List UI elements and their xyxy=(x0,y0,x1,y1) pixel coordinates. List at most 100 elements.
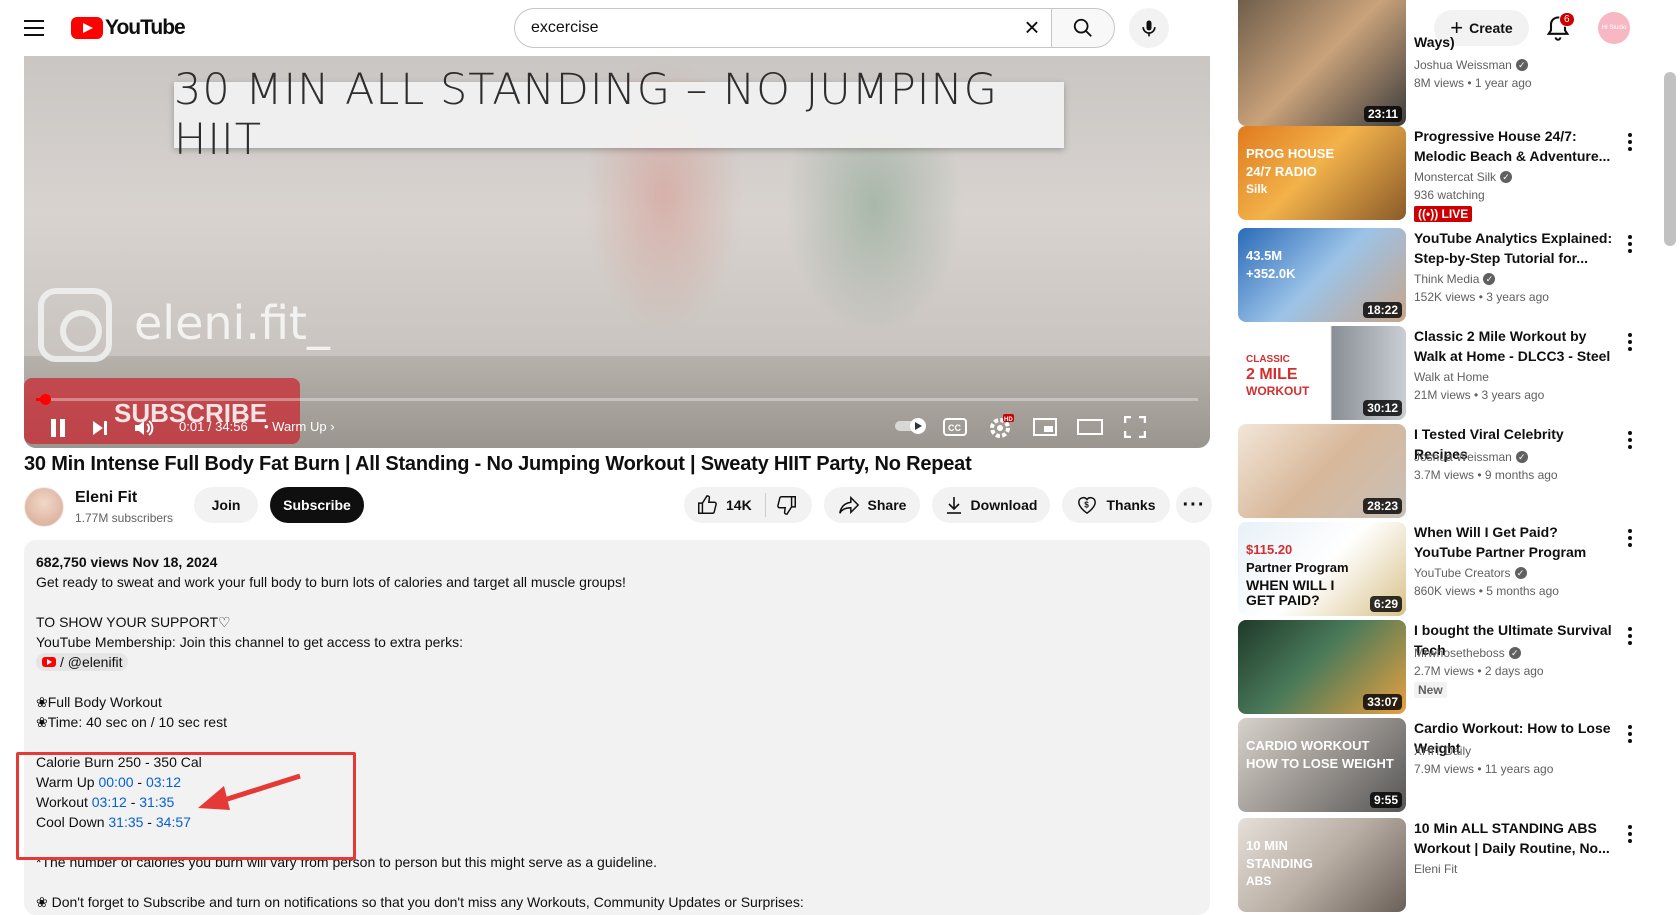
related-video-channel[interactable]: Think Media✓ xyxy=(1414,272,1495,286)
more-options-icon[interactable] xyxy=(1622,624,1638,648)
related-video-title[interactable]: Progressive House 24/7: Melodic Beach & … xyxy=(1414,126,1614,166)
video-duration: 18:22 xyxy=(1363,302,1402,318)
related-video-item[interactable]: 33:07I bought the Ultimate Survival Tech… xyxy=(1238,620,1638,716)
video-duration: 30:12 xyxy=(1363,400,1402,416)
related-video-channel[interactable]: Joshua Weissman✓ xyxy=(1414,450,1528,464)
related-video-meta: 936 watching xyxy=(1414,188,1485,202)
theater-mode-button[interactable] xyxy=(1076,415,1104,439)
captions-button[interactable]: CC xyxy=(942,415,968,439)
related-video-item[interactable]: 10 MINSTANDINGABS10 Min ALL STANDING ABS… xyxy=(1238,818,1638,914)
voice-search-button[interactable] xyxy=(1129,8,1169,48)
verified-icon: ✓ xyxy=(1515,567,1527,579)
miniplayer-button[interactable] xyxy=(1032,415,1058,439)
share-button[interactable]: Share xyxy=(824,487,920,523)
related-video-channel[interactable]: Eleni Fit xyxy=(1414,862,1457,876)
related-video-item[interactable]: CARDIO WORKOUTHOW TO LOSE WEIGHT9:55Card… xyxy=(1238,718,1638,814)
dislike-button[interactable] xyxy=(776,494,798,519)
volume-button[interactable] xyxy=(130,414,158,442)
related-video-channel[interactable]: Monstercat Silk✓ xyxy=(1414,170,1512,184)
related-video-channel[interactable]: XHIT Daily xyxy=(1414,744,1471,758)
related-video-item[interactable]: 43.5M+352.0K18:22YouTube Analytics Expla… xyxy=(1238,228,1638,324)
thumbnail-text: ABS xyxy=(1246,874,1396,889)
thanks-button[interactable]: $ Thanks xyxy=(1062,487,1170,523)
channel-avatar[interactable] xyxy=(24,487,64,527)
video-thumbnail[interactable]: 33:07 xyxy=(1238,620,1406,714)
related-video-title[interactable]: Ways) xyxy=(1414,32,1614,52)
more-options-icon[interactable] xyxy=(1622,822,1638,846)
description-membership: YouTube Membership: Join this channel to… xyxy=(36,632,1198,652)
video-banner-text: 30 MIN ALL STANDING – NO JUMPING HIIT xyxy=(174,82,1064,148)
video-thumbnail[interactable]: CLASSIC2 MILEWORKOUT30:12 xyxy=(1238,326,1406,420)
related-video-item[interactable]: $115.20Partner ProgramWHEN WILL I GET PA… xyxy=(1238,522,1638,618)
autoplay-toggle[interactable] xyxy=(894,416,928,436)
video-thumbnail[interactable]: PROG HOUSE24/7 RADIOSilk xyxy=(1238,126,1406,220)
autoplay-icon xyxy=(894,417,928,435)
search-button[interactable] xyxy=(1051,8,1115,48)
more-options-icon[interactable] xyxy=(1622,722,1638,746)
video-thumbnail[interactable]: 23:11 xyxy=(1238,0,1406,126)
thumbnail-text: 24/7 RADIO xyxy=(1246,164,1317,179)
fullscreen-button[interactable] xyxy=(1122,415,1148,439)
more-options-icon[interactable] xyxy=(1622,428,1638,452)
youtube-logo[interactable]: YouTube xyxy=(71,16,185,40)
join-button[interactable]: Join xyxy=(194,487,258,523)
download-button[interactable]: Download xyxy=(932,487,1050,523)
logo-text: YouTube xyxy=(105,16,185,40)
pause-icon xyxy=(48,417,68,439)
more-actions-button[interactable]: ··· xyxy=(1176,487,1212,523)
thumbnail-text: CLASSIC xyxy=(1246,354,1290,365)
video-thumbnail[interactable]: 28:23 xyxy=(1238,424,1406,518)
description-intro: Get ready to sweat and work your full bo… xyxy=(36,572,1198,592)
captions-icon: CC xyxy=(943,418,967,436)
thumbnail-text: WHEN WILL I GET PAID? xyxy=(1246,578,1346,608)
video-thumbnail[interactable]: 43.5M+352.0K18:22 xyxy=(1238,228,1406,322)
related-video-title[interactable]: When Will I Get Paid? YouTube Partner Pr… xyxy=(1414,522,1614,562)
video-thumbnail[interactable]: 10 MINSTANDINGABS xyxy=(1238,818,1406,912)
related-video-item[interactable]: 23:11Ways)Joshua Weissman✓8M views • 1 y… xyxy=(1238,32,1638,128)
fullscreen-icon xyxy=(1124,416,1146,438)
related-video-channel[interactable]: Walk at Home xyxy=(1414,370,1489,384)
player-controls: 0:01 / 34:56 • Warm Up › CC HD xyxy=(24,406,1210,448)
verified-icon: ✓ xyxy=(1516,451,1528,463)
channel-handle-text: / @elenifit xyxy=(60,652,122,672)
clear-search-icon[interactable]: × xyxy=(1018,14,1046,42)
menu-icon[interactable] xyxy=(22,16,46,40)
related-video-channel[interactable]: YouTube Creators✓ xyxy=(1414,566,1527,580)
video-player[interactable]: 30 MIN ALL STANDING – NO JUMPING HIIT el… xyxy=(24,56,1210,448)
related-video-title[interactable]: YouTube Analytics Explained: Step-by-Ste… xyxy=(1414,228,1614,268)
description-reminder: ❀ Don't forget to Subscribe and turn on … xyxy=(36,892,1198,912)
progress-scrubber[interactable] xyxy=(40,394,51,405)
related-video-channel[interactable]: Mrwhosetheboss✓ xyxy=(1414,646,1521,660)
thanks-label: Thanks xyxy=(1106,497,1155,513)
related-video-item[interactable]: PROG HOUSE24/7 RADIOSilkProgressive Hous… xyxy=(1238,126,1638,222)
page-scrollbar[interactable] xyxy=(1664,72,1676,246)
related-video-title[interactable]: Classic 2 Mile Workout by Walk at Home -… xyxy=(1414,326,1614,366)
next-button[interactable] xyxy=(86,414,114,442)
related-video-item[interactable]: 28:23I Tested Viral Celebrity RecipesJos… xyxy=(1238,424,1638,520)
related-video-channel[interactable]: Joshua Weissman✓ xyxy=(1414,58,1528,72)
more-options-icon[interactable] xyxy=(1622,526,1638,550)
related-video-item[interactable]: CLASSIC2 MILEWORKOUT30:12Classic 2 Mile … xyxy=(1238,326,1638,422)
join-label: Join xyxy=(212,497,241,513)
related-video-title[interactable]: 10 Min ALL STANDING ABS Workout | Daily … xyxy=(1414,818,1614,858)
progress-bar[interactable] xyxy=(36,398,1198,401)
channel-handle-chip[interactable]: / @elenifit xyxy=(36,653,128,671)
youtube-play-icon xyxy=(71,17,103,39)
more-options-icon[interactable] xyxy=(1622,330,1638,354)
verified-icon: ✓ xyxy=(1483,273,1495,285)
like-button[interactable]: 14K xyxy=(696,494,752,516)
like-divider xyxy=(765,493,766,517)
chapter-button[interactable]: • Warm Up › xyxy=(264,419,335,434)
more-options-icon[interactable] xyxy=(1622,232,1638,256)
video-thumbnail[interactable]: $115.20Partner ProgramWHEN WILL I GET PA… xyxy=(1238,522,1406,616)
settings-button[interactable]: HD xyxy=(986,412,1016,442)
search-input[interactable]: excercise xyxy=(514,8,1051,48)
download-icon xyxy=(945,495,963,515)
pause-button[interactable] xyxy=(40,410,76,446)
thumbnail-text: 2 MILE xyxy=(1246,366,1298,384)
subscribe-button[interactable]: Subscribe xyxy=(270,487,364,523)
more-options-icon[interactable] xyxy=(1622,130,1638,154)
channel-name[interactable]: Eleni Fit xyxy=(75,489,137,507)
verified-icon: ✓ xyxy=(1509,647,1521,659)
video-thumbnail[interactable]: CARDIO WORKOUTHOW TO LOSE WEIGHT9:55 xyxy=(1238,718,1406,812)
